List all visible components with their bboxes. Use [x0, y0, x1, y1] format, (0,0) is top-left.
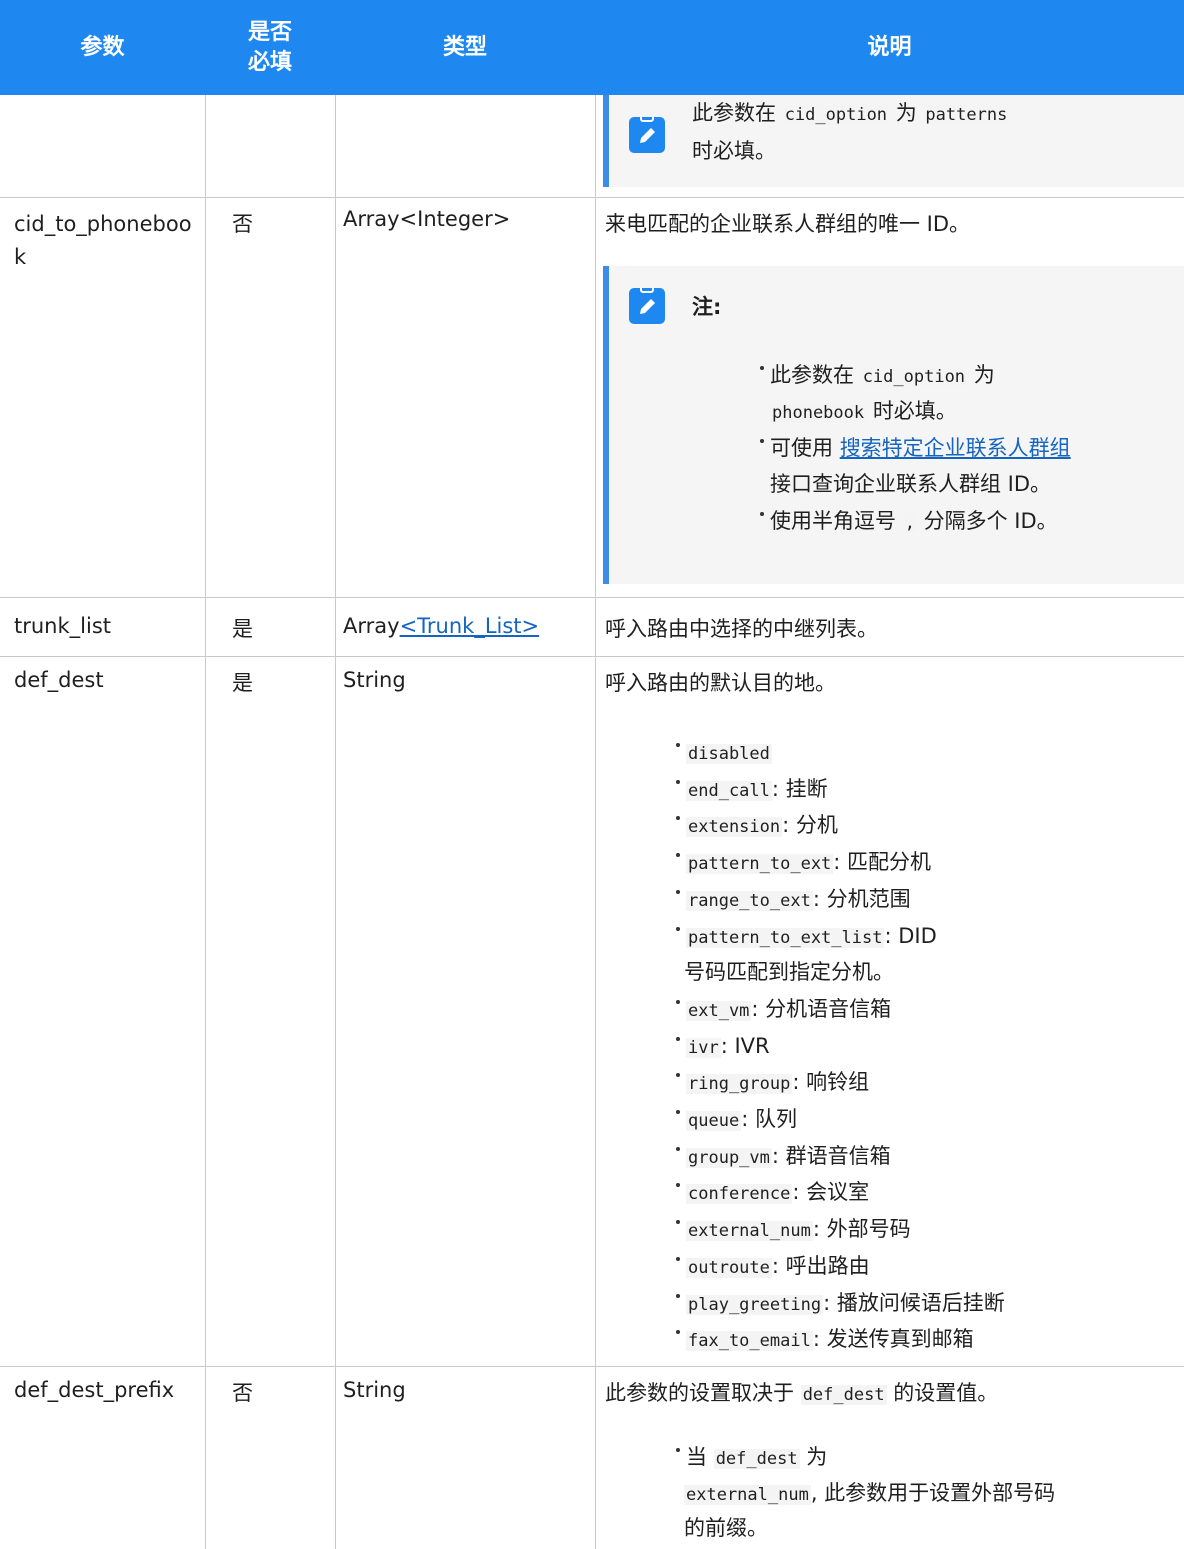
type-value: Array<Integer>: [343, 207, 511, 231]
description: 来电匹配的企业联系人群组的唯一 ID。: [605, 212, 971, 236]
edit-note-icon: [629, 288, 665, 324]
header-type: 类型: [442, 34, 487, 60]
list-item-cont: 接口查询企业联系人群组 ID。: [770, 472, 1052, 496]
note-title: 注:: [692, 295, 722, 319]
list-item: disabled: [676, 734, 772, 773]
list-item: 当 def_dest 为: [676, 1439, 827, 1478]
list-item: range_to_ext: 分机范围: [676, 881, 911, 920]
required-value: 否: [232, 212, 253, 236]
column-divider: [205, 95, 206, 1549]
header-required-line2: 必填: [247, 49, 292, 75]
list-item: end_call: 挂断: [676, 771, 828, 810]
row-divider: [0, 597, 1184, 598]
edit-note-icon: [629, 117, 665, 153]
list-item: conference: 会议室: [676, 1174, 869, 1213]
bullet-icon: [676, 743, 680, 747]
bullet-icon: [760, 366, 764, 370]
note-text-line2: 时必填。: [692, 139, 776, 163]
list-item: 可使用 搜索特定企业联系人群组: [760, 430, 1071, 467]
row-divider: [0, 197, 1184, 198]
required-value: 是: [232, 617, 253, 641]
bullet-icon: [760, 439, 764, 443]
type-value: String: [343, 668, 406, 692]
bullet-icon: [676, 853, 680, 858]
bullet-icon: [676, 1293, 680, 1298]
list-item: play_greeting: 播放问候语后挂断: [676, 1285, 1005, 1324]
bullet-icon: [676, 1256, 680, 1261]
required-value: 否: [232, 1381, 253, 1405]
trunk-list-type-link[interactable]: <Trunk_List>: [400, 614, 540, 638]
header-required-line1: 是否: [247, 19, 292, 45]
param-name: def_dest: [14, 668, 104, 692]
list-item: group_vm: 群语音信箱: [676, 1138, 891, 1177]
param-name: cid_to_phoneboo: [14, 212, 192, 236]
list-item: 此参数在 cid_option 为: [760, 357, 995, 396]
bullet-icon: [676, 1146, 680, 1151]
type-value: Array<Trunk_List>: [343, 614, 540, 638]
bullet-icon: [676, 1330, 680, 1335]
column-divider: [595, 95, 596, 1549]
header-param: 参数: [80, 34, 125, 60]
bullet-icon: [676, 1073, 680, 1078]
bullet-icon: [676, 1036, 680, 1041]
description: 呼入路由中选择的中继列表。: [605, 617, 878, 641]
bullet-icon: [676, 1220, 680, 1225]
list-item: fax_to_email: 发送传真到邮箱: [676, 1321, 974, 1360]
list-item: outroute: 呼出路由: [676, 1248, 870, 1287]
required-value: 是: [232, 671, 253, 695]
list-item: pattern_to_ext_list: DID: [676, 918, 937, 957]
table-header: 参数 是否 必填 类型 说明: [0, 0, 1184, 95]
bullet-icon: [676, 1110, 680, 1114]
header-required: 是否 必填: [205, 0, 335, 95]
list-item: queue: 队列: [676, 1101, 797, 1140]
list-item-cont: phonebook 时必填。: [770, 399, 957, 423]
column-divider: [335, 95, 336, 1549]
type-value: String: [343, 1378, 406, 1402]
search-phonebook-group-link[interactable]: 搜索特定企业联系人群组: [840, 436, 1071, 460]
list-item-cont: external_num, 此参数用于设置外部号码: [684, 1481, 1056, 1505]
list-item: pattern_to_ext: 匹配分机: [676, 844, 931, 883]
list-item: ring_group: 响铃组: [676, 1064, 869, 1103]
list-item: ivr: IVR: [676, 1028, 770, 1067]
bullet-icon: [676, 999, 680, 1004]
list-item: ext_vm: 分机语音信箱: [676, 991, 891, 1030]
parameter-table: 参数 是否 必填 类型 说明 此参数在 cid_option 为 pattern…: [0, 0, 1184, 1549]
note-text-line1: 此参数在 cid_option 为 patterns: [692, 101, 1010, 125]
list-item: external_num: 外部号码: [676, 1211, 911, 1250]
param-name-wrap: k: [14, 245, 27, 269]
description: 此参数的设置取决于 def_dest 的设置值。: [605, 1381, 999, 1405]
row-divider: [0, 656, 1184, 657]
list-item-cont: 的前缀。: [684, 1516, 768, 1540]
bullet-icon: [676, 926, 680, 931]
list-item: 号码匹配到指定分机。: [684, 960, 894, 985]
list-item: 使用半角逗号 , 分隔多个 ID。: [760, 503, 1058, 542]
bullet-icon: [676, 779, 680, 784]
header-desc: 说明: [867, 34, 912, 60]
bullet-icon: [676, 816, 680, 821]
bullet-icon: [676, 1183, 680, 1188]
row-divider: [0, 1366, 1184, 1367]
bullet-icon: [760, 512, 764, 516]
list-item: extension: 分机: [676, 807, 838, 846]
bullet-icon: [676, 889, 680, 894]
param-name: trunk_list: [14, 614, 111, 638]
param-name: def_dest_prefix: [14, 1378, 175, 1402]
description: 呼入路由的默认目的地。: [605, 671, 836, 695]
bullet-icon: [676, 1448, 680, 1452]
